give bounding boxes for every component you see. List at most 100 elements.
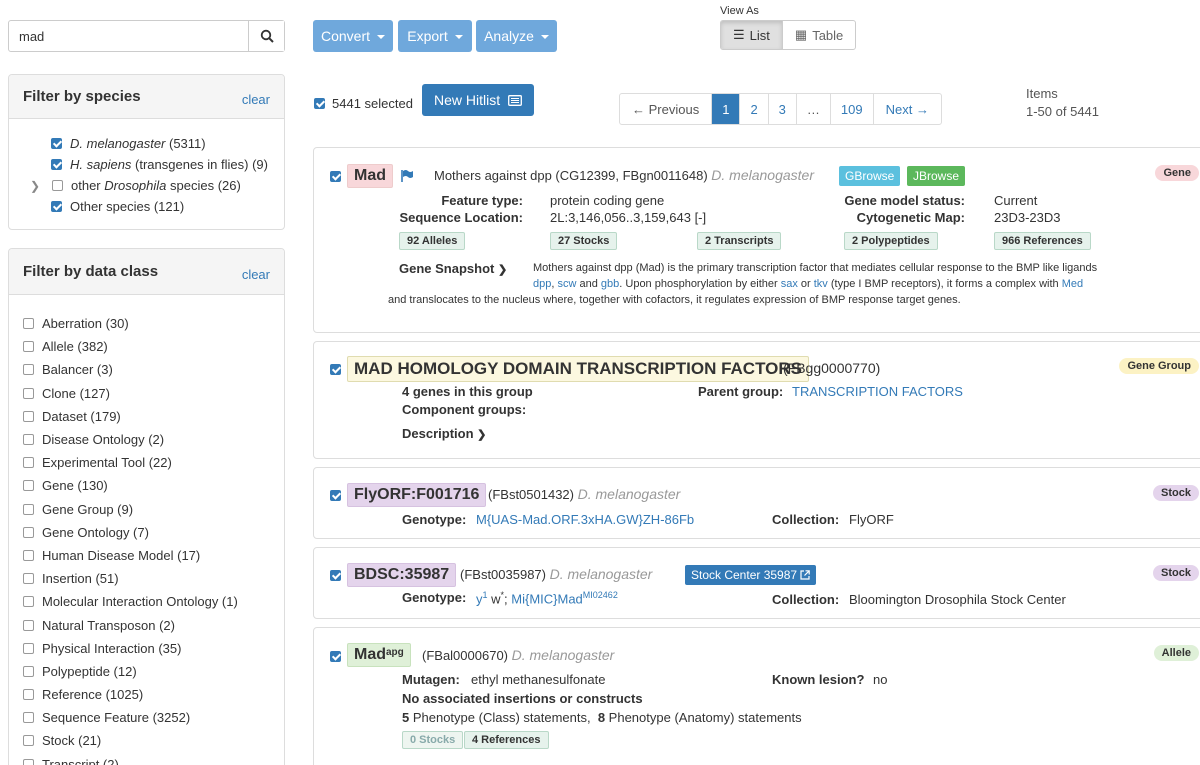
checkbox[interactable] xyxy=(51,159,62,170)
checkbox[interactable] xyxy=(23,434,34,446)
parent-group-link[interactable]: TRANSCRIPTION FACTORS xyxy=(792,384,963,399)
class-filter-item[interactable]: Insertion (51) xyxy=(23,567,270,590)
class-filter-item[interactable]: Dataset (179) xyxy=(23,405,270,428)
class-filter-clear-link[interactable]: clear xyxy=(242,267,270,282)
species-filter-clear-link[interactable]: clear xyxy=(242,92,270,107)
description-toggle[interactable]: Description ❯ xyxy=(402,426,486,441)
checkbox[interactable] xyxy=(23,480,34,492)
species-item-sapiens[interactable]: H. sapiens (transgenes in flies) (9) xyxy=(23,154,270,175)
search-input[interactable] xyxy=(9,21,248,51)
sax-link[interactable]: sax xyxy=(781,278,798,290)
class-filter-item[interactable]: Molecular Interaction Ontology (1) xyxy=(23,590,270,613)
allele-stocks-chip[interactable]: 0 Stocks xyxy=(402,731,464,749)
stock-symbol-flyorf[interactable]: FlyORF:F001716 xyxy=(347,483,487,507)
result-checkbox[interactable] xyxy=(330,651,341,662)
class-filter-item[interactable]: Gene Group (9) xyxy=(23,498,270,521)
checkbox[interactable] xyxy=(51,201,62,212)
stocks-chip[interactable]: 27 Stocks xyxy=(550,232,618,250)
search-button[interactable] xyxy=(248,21,284,51)
class-filter-item[interactable]: Transcript (2) xyxy=(23,753,270,765)
allele-symbol[interactable]: Mad apg xyxy=(347,643,411,667)
checkbox[interactable] xyxy=(52,180,63,191)
gbrowse-button[interactable]: GBrowse xyxy=(839,166,901,186)
select-all-checkbox[interactable] xyxy=(314,98,325,109)
gene-symbol[interactable]: Mad xyxy=(347,164,393,188)
analyze-button[interactable]: Analyze xyxy=(476,20,557,52)
next-page-link[interactable]: Next → xyxy=(872,94,941,124)
species-item-other-drosophila[interactable]: ❯ other Drosophila species (26) xyxy=(23,175,270,196)
class-filter-item[interactable]: Polypeptide (12) xyxy=(23,660,270,683)
class-filter-item[interactable]: Balancer (3) xyxy=(23,358,270,381)
species-item-melanogaster[interactable]: D. melanogaster (5311) xyxy=(23,133,270,154)
med-link[interactable]: Med xyxy=(1062,278,1083,290)
view-list-button[interactable]: ☰ List xyxy=(721,21,783,49)
checkbox[interactable] xyxy=(23,387,34,399)
transcripts-chip[interactable]: 2 Transcripts xyxy=(697,232,782,250)
alleles-chip[interactable]: 92 Alleles xyxy=(399,232,466,250)
class-filter-item[interactable]: Gene Ontology (7) xyxy=(23,521,270,544)
class-filter-item[interactable]: Physical Interaction (35) xyxy=(23,637,270,660)
class-filter-item[interactable]: Clone (127) xyxy=(23,382,270,405)
checkbox[interactable] xyxy=(23,712,34,724)
checkbox[interactable] xyxy=(23,689,34,701)
tkv-link[interactable]: tkv xyxy=(814,278,828,290)
checkbox[interactable] xyxy=(23,364,34,376)
class-filter-item[interactable]: Allele (382) xyxy=(23,335,270,358)
allele-references-chip[interactable]: 4 References xyxy=(464,731,549,749)
scw-link[interactable]: scw xyxy=(557,278,576,290)
gene-group-symbol[interactable]: MAD HOMOLOGY DOMAIN TRANSCRIPTION FACTOR… xyxy=(347,356,809,382)
checkbox[interactable] xyxy=(23,410,34,422)
convert-button[interactable]: Convert xyxy=(313,20,393,52)
select-all[interactable]: 5441 selected xyxy=(314,96,413,111)
checkbox[interactable] xyxy=(23,457,34,469)
view-table-button[interactable]: ▦ Table xyxy=(783,21,855,49)
prev-page-link[interactable]: ← Previous xyxy=(620,94,711,124)
checkbox[interactable] xyxy=(23,665,34,677)
checkbox[interactable] xyxy=(23,318,34,330)
checkbox[interactable] xyxy=(23,596,34,608)
jbrowse-button[interactable]: JBrowse xyxy=(907,166,966,186)
gene-snapshot-toggle[interactable]: Gene Snapshot ❯ xyxy=(399,261,507,276)
dpp-link[interactable]: dpp xyxy=(533,278,551,290)
class-filter-item[interactable]: Natural Transposon (2) xyxy=(23,613,270,636)
class-filter-item[interactable]: Human Disease Model (17) xyxy=(23,544,270,567)
class-filter-item[interactable]: Aberration (30) xyxy=(23,312,270,335)
checkbox[interactable] xyxy=(23,341,34,353)
checkbox[interactable] xyxy=(23,735,34,747)
class-filter-item[interactable]: Stock (21) xyxy=(23,729,270,752)
result-checkbox[interactable] xyxy=(330,364,341,375)
polypeptides-chip[interactable]: 2 Polypeptides xyxy=(844,232,938,250)
chevron-right-icon[interactable]: ❯ xyxy=(30,179,44,193)
page-2[interactable]: 2 xyxy=(739,94,767,124)
genotype-link[interactable]: M{UAS-Mad.ORF.3xHA.GW}ZH-86Fb xyxy=(476,512,694,527)
checkbox[interactable] xyxy=(23,503,34,515)
species-item-other-species[interactable]: Other species (121) xyxy=(23,196,270,217)
caret-down-icon xyxy=(454,35,463,39)
checkbox[interactable] xyxy=(23,526,34,538)
genotype-mimic-link[interactable]: Mi{MIC}Mad xyxy=(511,591,583,606)
checkbox[interactable] xyxy=(23,549,34,561)
stock-center-button[interactable]: Stock Center 35987 xyxy=(685,565,817,585)
class-filter-item[interactable]: Gene (130) xyxy=(23,474,270,497)
class-filter-item[interactable]: Sequence Feature (3252) xyxy=(23,706,270,729)
new-hitlist-button[interactable]: New Hitlist xyxy=(422,84,535,116)
class-filter-item[interactable]: Disease Ontology (2) xyxy=(23,428,270,451)
result-checkbox[interactable] xyxy=(330,490,341,501)
stock-symbol-bdsc[interactable]: BDSC:35987 xyxy=(347,563,457,587)
export-button[interactable]: Export xyxy=(398,20,472,52)
checkbox[interactable] xyxy=(23,573,34,585)
checkbox[interactable] xyxy=(23,758,34,765)
checkbox[interactable] xyxy=(23,619,34,631)
class-filter-item[interactable]: Reference (1025) xyxy=(23,683,270,706)
class-filter-item[interactable]: Experimental Tool (22) xyxy=(23,451,270,474)
result-checkbox[interactable] xyxy=(330,171,341,182)
gbb-link[interactable]: gbb xyxy=(601,278,619,290)
checkbox[interactable] xyxy=(23,642,34,654)
page-109[interactable]: 109 xyxy=(829,94,873,124)
checkbox[interactable] xyxy=(51,138,62,149)
flag-icon[interactable] xyxy=(401,170,414,182)
page-3[interactable]: 3 xyxy=(767,94,796,124)
references-chip[interactable]: 966 References xyxy=(994,232,1091,250)
page-1[interactable]: 1 xyxy=(711,94,740,124)
result-checkbox[interactable] xyxy=(330,570,341,581)
